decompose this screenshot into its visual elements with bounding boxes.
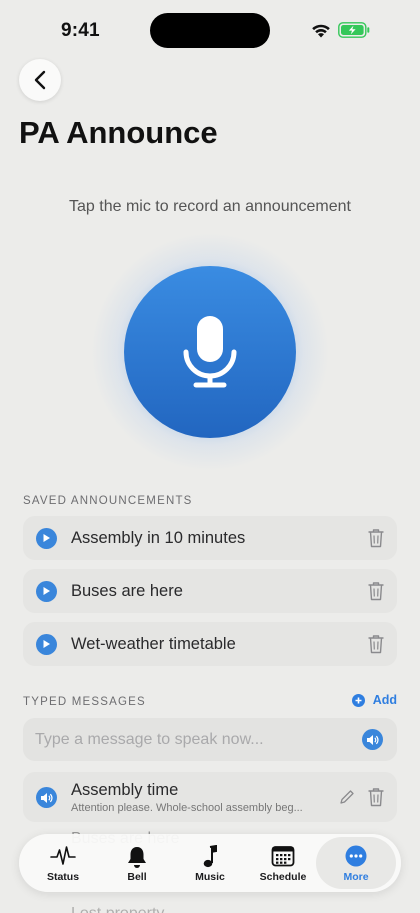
microphone-icon — [183, 316, 237, 388]
trash-icon[interactable] — [367, 528, 385, 548]
typed-message-title: Assembly time — [71, 781, 179, 799]
message-input-container — [23, 718, 397, 761]
play-icon[interactable] — [36, 527, 57, 549]
tab-status[interactable]: Status — [27, 834, 99, 892]
announcement-label: Wet-weather timetable — [71, 634, 236, 653]
music-note-icon — [203, 845, 217, 868]
chevron-left-icon — [34, 70, 46, 90]
play-icon[interactable] — [36, 580, 57, 602]
speak-message-button[interactable] — [36, 787, 57, 808]
tab-label: Status — [46, 871, 80, 883]
page-title: PA Announce — [19, 115, 218, 150]
trash-icon[interactable] — [367, 581, 385, 601]
announcement-label: Buses are here — [71, 581, 183, 600]
typed-message-title-behind-tabbar: Lost property — [71, 905, 164, 913]
tab-label: Music — [195, 871, 225, 883]
calendar-icon — [271, 846, 295, 867]
saved-announcements-header: SAVED ANNOUNCEMENTS — [23, 495, 193, 507]
pulse-icon — [50, 846, 76, 865]
record-hint: Tap the mic to record an announcement — [69, 198, 351, 215]
record-mic-button[interactable] — [124, 266, 296, 438]
saved-announcement-row[interactable]: Buses are here — [23, 569, 397, 613]
status-bar: 9:41 — [0, 0, 420, 60]
typed-messages-header: TYPED MESSAGES — [23, 696, 146, 708]
tab-schedule[interactable]: Schedule — [247, 834, 319, 892]
tab-more[interactable]: More — [316, 837, 396, 889]
tab-label: More — [343, 871, 369, 883]
back-button[interactable] — [19, 59, 61, 101]
add-message-button[interactable]: Add — [351, 693, 397, 707]
saved-announcement-row[interactable]: Wet-weather timetable — [23, 622, 397, 666]
add-label: Add — [372, 693, 397, 707]
battery-charging-icon — [338, 22, 370, 38]
tab-bell[interactable]: Bell — [101, 834, 173, 892]
dynamic-island — [150, 13, 270, 48]
pencil-icon[interactable] — [339, 789, 355, 805]
announcement-label: Assembly in 10 minutes — [71, 528, 246, 547]
wifi-icon — [312, 24, 330, 38]
status-time: 9:41 — [61, 20, 100, 41]
more-icon — [345, 845, 367, 867]
speak-now-button[interactable] — [362, 729, 383, 750]
tab-music[interactable]: Music — [174, 834, 246, 892]
tab-bar: Status Bell Music Schedule More — [19, 834, 401, 892]
plus-icon — [351, 693, 365, 707]
tab-label: Schedule — [259, 871, 307, 883]
speaker-icon — [367, 734, 379, 745]
trash-icon[interactable] — [367, 787, 385, 807]
tab-label: Bell — [127, 871, 147, 883]
play-icon[interactable] — [36, 633, 57, 655]
trash-icon[interactable] — [367, 634, 385, 654]
bell-icon — [128, 847, 146, 868]
typed-message-row[interactable]: Assembly time Attention please. Whole-sc… — [23, 772, 397, 822]
typed-message-preview: Attention please. Whole-school assembly … — [71, 802, 303, 814]
message-input[interactable] — [35, 718, 355, 761]
saved-announcement-row[interactable]: Assembly in 10 minutes — [23, 516, 397, 560]
speaker-icon — [41, 792, 53, 803]
